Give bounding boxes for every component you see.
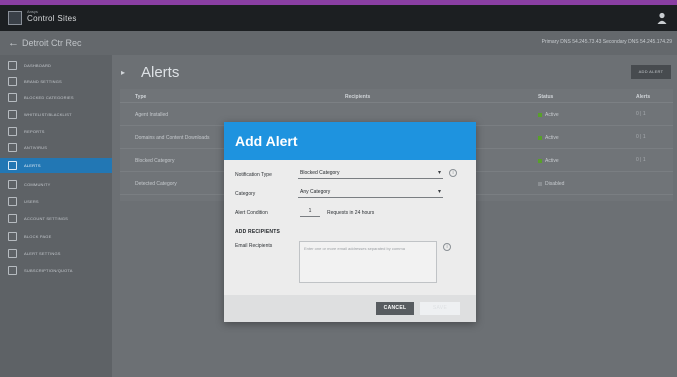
sidebar-item-community[interactable]: COMMUNITY <box>0 177 112 192</box>
download-icon <box>8 180 17 189</box>
billing-icon <box>8 266 17 275</box>
alert-type: Detected Category <box>135 181 177 187</box>
status-dot <box>538 181 542 186</box>
sidebar-item-label: BLOCKED CATEGORIES <box>24 95 74 100</box>
alert-type: Blocked Category <box>135 158 175 164</box>
sidebar-item-alert-settings[interactable]: ALERT SETTINGS <box>0 246 112 261</box>
sidebar-item-label: WHITELIST/BLACKLIST <box>24 112 72 117</box>
status-dot <box>538 158 542 163</box>
collapse-toggle-icon[interactable]: ▸ <box>121 68 125 77</box>
status-dot <box>538 112 542 117</box>
alert-condition-suffix: Requests in 24 hours <box>327 210 375 216</box>
reports-icon <box>8 127 17 136</box>
category-select[interactable]: Any Category ▾ <box>298 186 443 198</box>
add-alert-dialog: Add Alert Notification Type Blocked Cate… <box>224 122 476 322</box>
sidebar-item-alerts[interactable]: ALERTS <box>0 158 112 173</box>
sidebar-item-whitelist-blacklist[interactable]: WHITELIST/BLACKLIST <box>0 107 112 122</box>
row-actions[interactable]: 0 | 1 <box>636 111 646 117</box>
sidebar-item-label: COMMUNITY <box>24 182 51 187</box>
notification-type-value: Blocked Category <box>300 170 340 176</box>
sidebar-item-label: USERS <box>24 199 39 204</box>
email-recipients-label: Email Recipients <box>235 243 273 249</box>
dialog-header: Add Alert <box>224 122 476 160</box>
brand-icon <box>8 77 17 86</box>
row-actions[interactable]: 0 | 1 <box>636 157 646 163</box>
users-icon <box>8 197 17 206</box>
site-bar: ← Detroit Ctr Rec Primary DNS 54.245.73.… <box>0 31 677 55</box>
sidebar-item-label: BLOCK PAGE <box>24 234 52 239</box>
app-logo <box>8 11 22 25</box>
sidebar-item-brand-settings[interactable]: BRAND SETTINGS <box>0 74 112 89</box>
bell-icon <box>8 161 17 170</box>
dns-info: Primary DNS 54.245.73.43 Secondary DNS 5… <box>541 39 672 45</box>
sidebar-item-label: BRAND SETTINGS <box>24 79 62 84</box>
settings-icon <box>8 214 17 223</box>
sidebar-item-label: REPORTS <box>24 129 45 134</box>
list-icon <box>8 110 17 119</box>
status-badge: Active <box>538 135 559 141</box>
sidebar-item-label: ANTIVIRUS <box>24 145 48 150</box>
notification-type-label: Notification Type <box>235 172 272 178</box>
sidebar-item-subscription[interactable]: SUBSCRIPTION/QUOTA <box>0 263 112 278</box>
block-icon <box>8 93 17 102</box>
status-badge: Active <box>538 158 559 164</box>
column-header[interactable]: Type <box>135 94 146 100</box>
category-label: Category <box>235 191 256 197</box>
section-title: ADD RECIPIENTS <box>235 229 281 235</box>
alert-condition-input[interactable]: 1 <box>300 206 320 217</box>
column-header[interactable]: Recipients <box>345 94 370 100</box>
alert-type: Domains and Content Downloads <box>135 135 210 141</box>
sidebar-item-blocked-categories[interactable]: BLOCKED CATEGORIES <box>0 90 112 105</box>
alert-condition-label: Alert Condition <box>235 210 268 216</box>
gear-icon <box>8 249 17 258</box>
info-icon[interactable]: i <box>449 169 457 177</box>
page-icon <box>8 232 17 241</box>
sidebar-item-label: SUBSCRIPTION/QUOTA <box>24 268 73 273</box>
top-bar: Ansys Control Sites <box>0 5 677 31</box>
sidebar-item-antivirus[interactable]: ANTIVIRUS <box>0 140 112 155</box>
status-badge: Active <box>538 112 559 118</box>
sidebar-item-label: ACCOUNT SETTINGS <box>24 216 69 221</box>
shield-icon <box>8 143 17 152</box>
category-value: Any Category <box>300 189 331 195</box>
sidebar-item-block-page[interactable]: BLOCK PAGE <box>0 229 112 244</box>
cancel-button[interactable]: CANCEL <box>376 302 414 315</box>
user-icon[interactable] <box>657 12 667 24</box>
sidebar-item-dashboard[interactable]: DASHBOARD <box>0 58 112 73</box>
sidebar-item-users[interactable]: USERS <box>0 194 112 209</box>
row-actions[interactable]: 0 | 1 <box>636 134 646 140</box>
save-button[interactable]: SAVE <box>420 302 460 315</box>
status-dot <box>538 135 542 140</box>
dialog-title: Add Alert <box>235 133 298 149</box>
sidebar-item-label: ALERT SETTINGS <box>24 251 61 256</box>
sidebar-item-label: DASHBOARD <box>24 63 52 68</box>
sidebar: DASHBOARD BRAND SETTINGS BLOCKED CATEGOR… <box>0 55 112 377</box>
chevron-down-icon: ▾ <box>437 189 441 195</box>
email-recipients-input[interactable]: Enter one or more email addresses separa… <box>299 241 437 283</box>
page-title: Alerts <box>141 64 180 81</box>
column-header[interactable]: Alerts <box>636 94 650 100</box>
add-alert-button[interactable]: ADD ALERT <box>631 65 671 79</box>
sidebar-item-reports[interactable]: REPORTS <box>0 124 112 139</box>
table-header: Type Recipients Status Alerts <box>120 89 673 103</box>
column-header[interactable]: Status <box>538 94 553 100</box>
app-title: Control Sites <box>27 14 77 23</box>
alert-type: Agent Installed <box>135 112 169 118</box>
sidebar-item-account-settings[interactable]: ACCOUNT SETTINGS <box>0 211 112 226</box>
dashboard-icon <box>8 61 17 70</box>
chevron-down-icon: ▾ <box>437 170 441 176</box>
site-name: Detroit Ctr Rec <box>22 38 82 48</box>
sidebar-item-label: ALERTS <box>24 163 41 168</box>
notification-type-select[interactable]: Blocked Category ▾ <box>298 167 443 179</box>
info-icon[interactable]: i <box>443 243 451 251</box>
status-badge: Disabled <box>538 181 564 187</box>
back-arrow-icon[interactable]: ← <box>8 37 19 49</box>
